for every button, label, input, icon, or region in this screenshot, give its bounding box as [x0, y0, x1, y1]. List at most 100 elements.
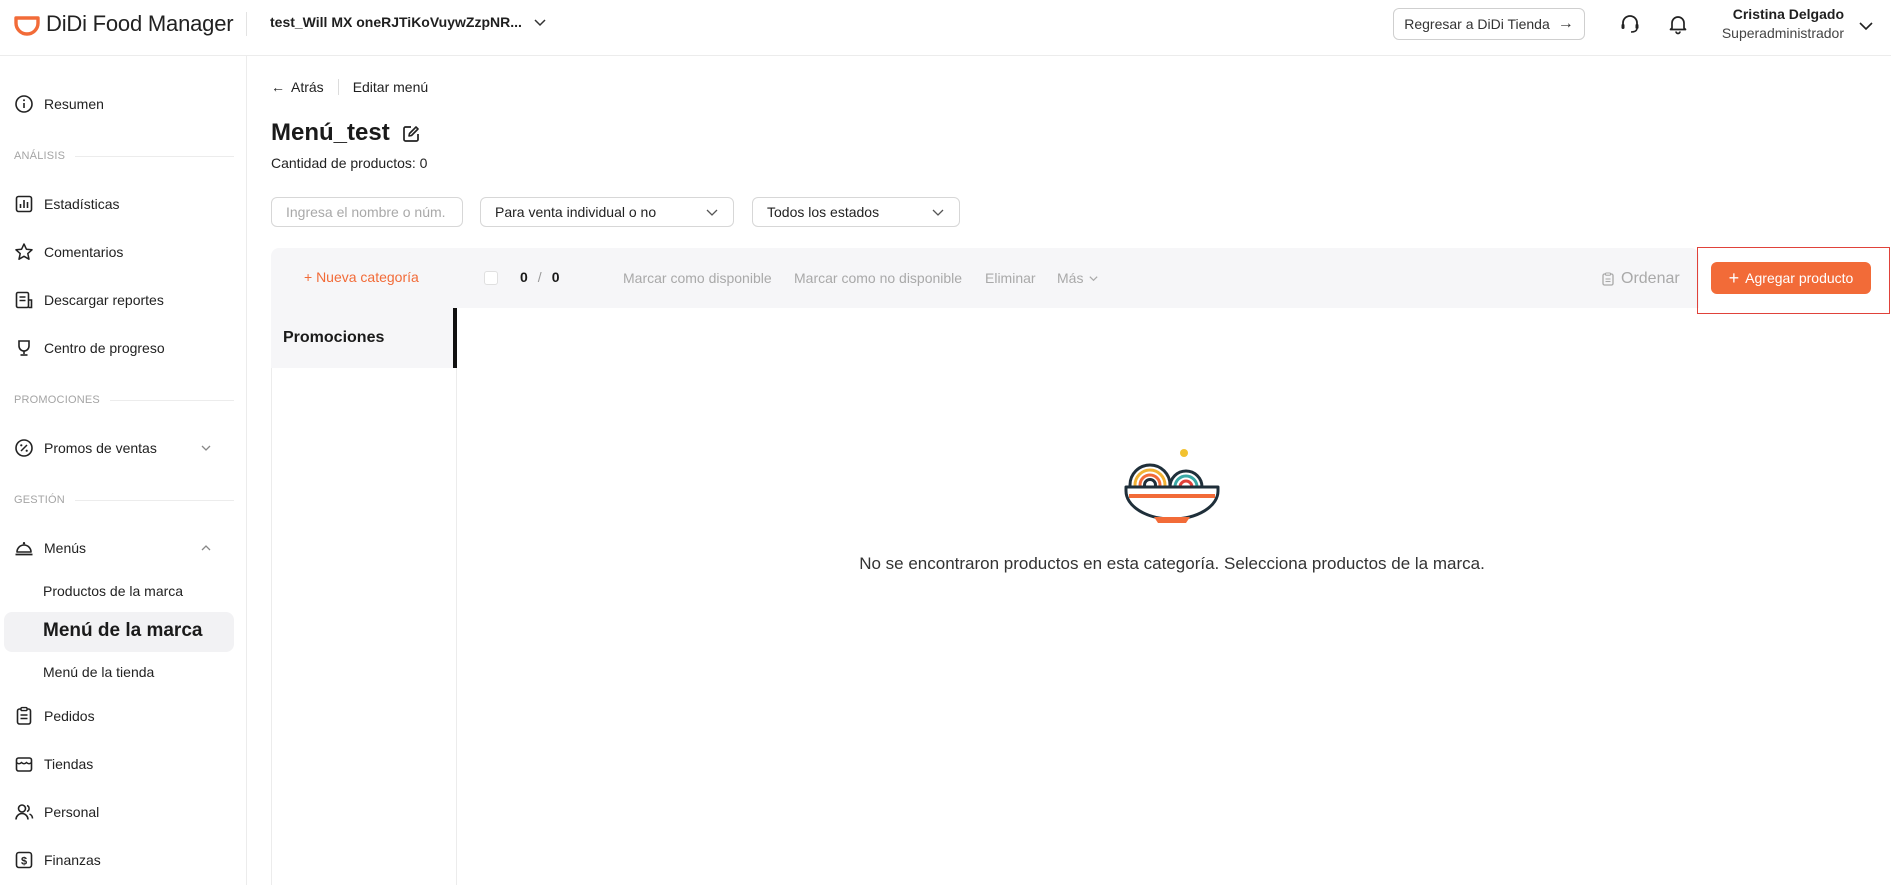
category-item-promociones[interactable]: Promociones	[271, 308, 457, 368]
product-count: Cantidad de productos: 0	[271, 155, 428, 171]
back-label: Atrás	[291, 79, 324, 95]
star-icon	[15, 243, 33, 260]
sort-label: Ordenar	[1621, 270, 1680, 287]
store-selector[interactable]: test_Will MX oneRJTiKoVuywZzpNR...	[270, 14, 546, 30]
sidebar-item-label: Personal	[44, 804, 100, 820]
section-label-analisis: ANÁLISIS	[14, 150, 234, 162]
chart-icon	[15, 195, 33, 213]
headset-icon[interactable]	[1619, 13, 1641, 35]
breadcrumb: ← Atrás Editar menú	[271, 79, 428, 95]
chevron-down-icon	[932, 209, 944, 216]
chevron-down-icon	[534, 19, 546, 27]
more-label: Más	[1057, 270, 1084, 286]
report-icon	[15, 291, 33, 309]
category-label: Promociones	[283, 329, 385, 346]
section-divider	[109, 399, 234, 401]
sidebar-item-personal[interactable]: Personal	[14, 802, 99, 822]
section-divider	[75, 155, 234, 157]
svg-text:$: $	[21, 856, 27, 868]
sidebar-item-pedidos[interactable]: Pedidos	[14, 706, 95, 726]
sidebar-item-resumen[interactable]: Resumen	[14, 94, 104, 114]
section-label-text: PROMOCIONES	[14, 394, 100, 406]
bell-icon[interactable]	[1667, 13, 1689, 35]
trophy-icon	[18, 340, 30, 356]
arrow-left-icon: ←	[271, 79, 285, 95]
new-category-button[interactable]: + Nueva categoría	[304, 269, 419, 285]
plus-icon: +	[1728, 267, 1740, 288]
add-product-label: Agregar producto	[1745, 270, 1854, 286]
back-link[interactable]: ← Atrás	[271, 79, 324, 95]
didi-logo-icon	[14, 16, 40, 36]
sidebar-item-promos-ventas[interactable]: Promos de ventas	[14, 438, 224, 458]
sidebar-subitem-menu-tienda[interactable]: Menú de la tienda	[43, 664, 154, 680]
sidebar-subitem-productos-marca[interactable]: Productos de la marca	[43, 583, 183, 599]
chevron-up-icon	[201, 545, 211, 551]
add-product-button[interactable]: + Agregar producto	[1711, 262, 1871, 294]
sidebar-item-comentarios[interactable]: Comentarios	[14, 242, 123, 262]
section-label-text: GESTIÓN	[14, 494, 65, 506]
top-bar: DiDi Food Manager test_Will MX oneRJTiKo…	[0, 0, 1891, 56]
sidebar-item-descargar-reportes[interactable]: Descargar reportes	[14, 290, 164, 310]
sidebar-item-label: Pedidos	[44, 708, 95, 724]
more-dropdown[interactable]: Más	[1057, 270, 1099, 286]
sidebar-item-label: Tiendas	[44, 756, 94, 772]
app-title: DiDi Food Manager	[46, 11, 234, 36]
sidebar-item-centro-progreso[interactable]: Centro de progreso	[14, 338, 165, 358]
arrow-right-icon: →	[1557, 15, 1574, 32]
dollar-icon: $	[15, 851, 33, 869]
sidebar-item-label: Comentarios	[44, 244, 124, 260]
delete-button[interactable]: Eliminar	[985, 270, 1036, 286]
breadcrumb-separator	[337, 79, 339, 95]
total-count: 0	[551, 269, 560, 285]
cloche-icon	[15, 542, 33, 556]
sale-type-select[interactable]: Para venta individual o no	[480, 197, 734, 227]
selection-count: 0 / 0	[520, 269, 559, 285]
sidebar-item-estadisticas[interactable]: Estadísticas	[14, 194, 119, 214]
sidebar-item-label: Descargar reportes	[44, 292, 164, 308]
store-name: test_Will MX oneRJTiKoVuywZzpNR...	[270, 14, 522, 30]
sidebar: Resumen ANÁLISIS Estadísticas Comentario…	[0, 56, 247, 885]
section-label-promociones: PROMOCIONES	[14, 394, 234, 406]
mark-available-button[interactable]: Marcar como disponible	[623, 270, 772, 286]
sidebar-item-label: Centro de progreso	[44, 340, 165, 356]
sidebar-subitem-menu-marca[interactable]: Menú de la marca	[43, 620, 202, 642]
sidebar-item-label: Menús	[44, 540, 87, 556]
chevron-down-icon[interactable]	[1858, 18, 1874, 34]
info-circle-icon	[15, 95, 33, 113]
search-input[interactable]	[271, 197, 463, 227]
status-select[interactable]: Todos los estados	[752, 197, 960, 227]
store-icon	[15, 757, 33, 772]
clipboard-icon	[16, 706, 32, 725]
select-all-checkbox[interactable]	[484, 271, 498, 285]
chevron-down-icon	[201, 445, 211, 451]
user-info[interactable]: Cristina Delgado Superadministrador	[1716, 6, 1844, 41]
page-title: Menú_test	[271, 119, 390, 146]
return-label: Regresar a DiDi Tienda	[1404, 16, 1550, 32]
sort-button[interactable]: Ordenar	[1601, 270, 1680, 288]
mark-unavailable-button[interactable]: Marcar como no disponible	[794, 270, 962, 286]
sidebar-item-label: Finanzas	[44, 852, 101, 868]
edit-icon[interactable]	[401, 124, 421, 144]
header-divider	[246, 12, 247, 36]
category-panel	[271, 308, 457, 885]
sidebar-item-label: Promos de ventas	[44, 440, 157, 456]
sidebar-item-label: Resumen	[44, 96, 104, 112]
section-label-gestion: GESTIÓN	[14, 494, 234, 506]
section-divider	[74, 499, 234, 501]
return-to-store-button[interactable]: Regresar a DiDi Tienda →	[1393, 8, 1585, 40]
discount-icon	[15, 439, 33, 457]
user-role: Superadministrador	[1721, 25, 1844, 41]
active-indicator	[453, 308, 457, 368]
sidebar-item-tiendas[interactable]: Tiendas	[14, 754, 93, 774]
section-label-text: ANÁLISIS	[14, 150, 66, 162]
select-value: Para venta individual o no	[495, 204, 657, 220]
sidebar-item-label: Estadísticas	[44, 196, 120, 212]
empty-bowl-illustration	[1124, 449, 1220, 523]
breadcrumb-current: Editar menú	[352, 79, 429, 95]
sidebar-item-finanzas[interactable]: $ Finanzas	[14, 850, 101, 870]
sidebar-item-menus[interactable]: Menús	[14, 538, 224, 558]
user-name: Cristina Delgado	[1732, 6, 1844, 22]
selected-count: 0	[520, 269, 528, 285]
count-separator: /	[537, 269, 542, 285]
app-logo[interactable]: DiDi Food Manager	[14, 10, 234, 38]
